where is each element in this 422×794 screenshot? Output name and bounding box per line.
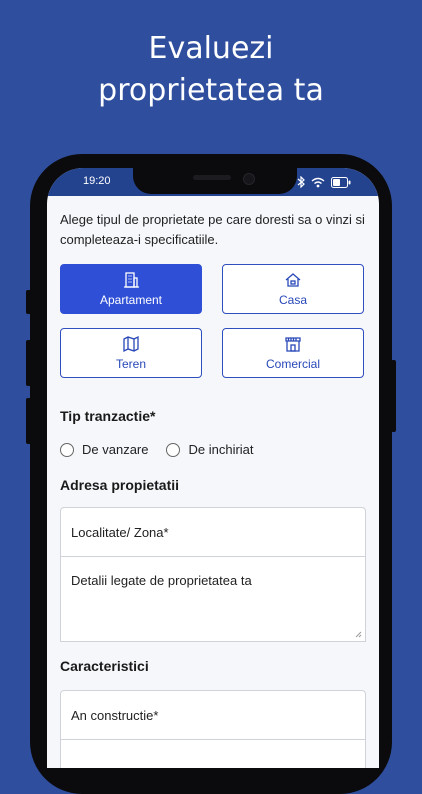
property-type-label: Teren — [115, 357, 147, 371]
bluetooth-icon — [297, 176, 305, 188]
status-time: 19:20 — [83, 175, 111, 187]
radio-button[interactable] — [166, 442, 181, 457]
radio-label: De inchiriat — [188, 442, 254, 457]
property-type-teren[interactable]: Teren — [60, 328, 202, 378]
property-type-casa[interactable]: Casa — [222, 264, 364, 314]
store-icon — [285, 337, 301, 352]
camera — [243, 173, 255, 185]
battery-icon — [331, 176, 351, 188]
headline: Evaluezi proprietatea ta — [0, 28, 422, 112]
radio-de-inchiriat[interactable]: De inchiriat — [166, 442, 254, 457]
transaction-type-options: De vanzare De inchiriat — [60, 442, 366, 457]
notch — [133, 168, 297, 194]
resize-handle-icon[interactable] — [355, 631, 362, 638]
address-title: Adresa propietatii — [60, 477, 180, 493]
headline-line-2: proprietatea ta — [98, 73, 324, 108]
form-content: Alege tipul de proprietate pe care dores… — [60, 196, 366, 768]
wifi-icon — [311, 177, 325, 187]
property-type-label: Casa — [278, 293, 307, 307]
property-type-apartament[interactable]: Apartament — [60, 264, 202, 314]
locality-input[interactable]: Localitate/ Zona* — [60, 507, 366, 557]
radio-label: De vanzare — [82, 442, 149, 457]
property-type-comercial[interactable]: Comercial — [222, 328, 364, 378]
property-type-label: Comercial — [265, 357, 320, 371]
map-icon — [123, 335, 139, 353]
property-type-grid: Apartament Casa Teren Comercial — [60, 264, 366, 378]
phone-screen: 19:20 Alege tipul de proprietate pe care… — [47, 168, 379, 768]
property-type-label: Apartament — [99, 293, 163, 307]
property-details-textarea[interactable]: Detalii legate de proprietatea ta — [60, 557, 366, 642]
status-bar: 19:20 — [47, 168, 379, 196]
radio-de-vanzare[interactable]: De vanzare — [60, 442, 148, 457]
property-details-placeholder: Detalii legate de proprietatea ta — [71, 573, 252, 588]
construction-year-input[interactable]: An constructie* — [60, 690, 366, 740]
intro-text: Alege tipul de proprietate pe care dores… — [60, 212, 365, 247]
house-icon — [285, 273, 301, 287]
transaction-type-title: Tip tranzactie* — [60, 408, 156, 424]
speaker — [193, 175, 231, 180]
building-icon — [124, 272, 139, 288]
characteristics-title: Caracteristici — [60, 658, 149, 674]
radio-button[interactable] — [60, 442, 74, 457]
next-input[interactable] — [60, 740, 366, 768]
headline-line-1: Evaluezi — [148, 31, 274, 66]
